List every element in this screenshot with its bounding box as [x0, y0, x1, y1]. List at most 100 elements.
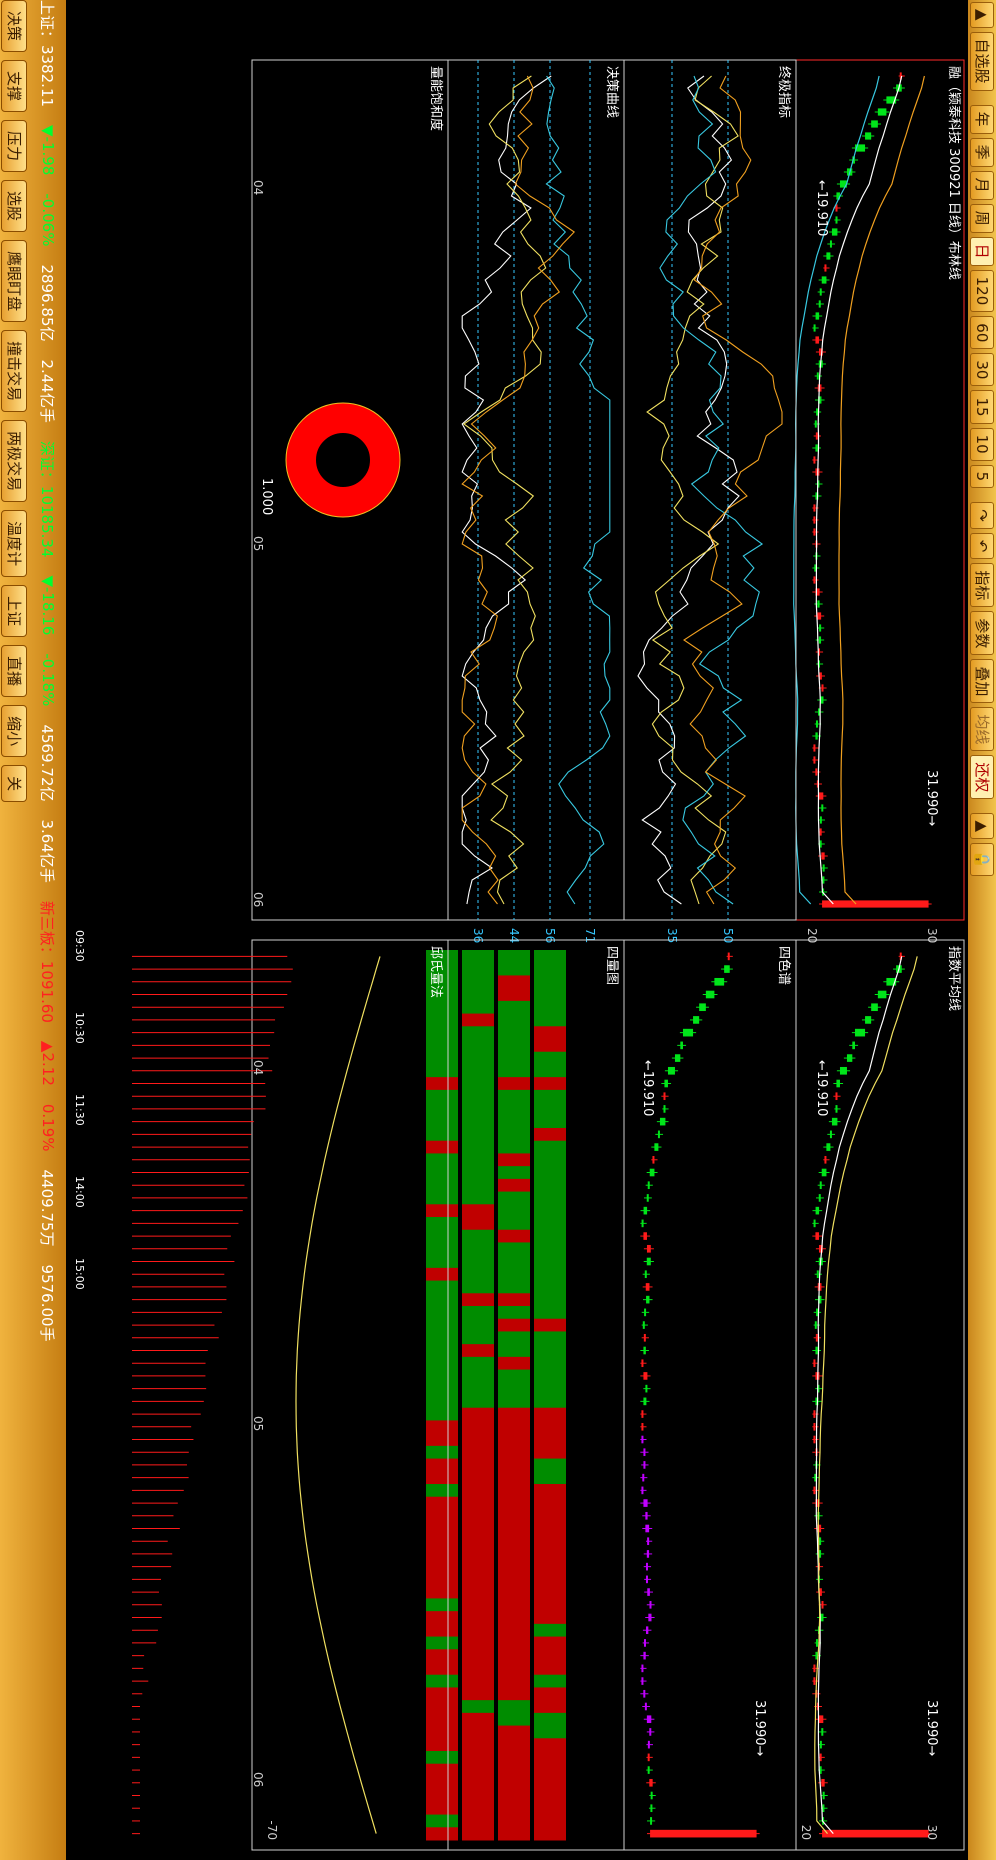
rp3-cell — [498, 1128, 530, 1142]
rp3-cell — [426, 1674, 458, 1688]
period-120[interactable]: 120 — [970, 269, 994, 313]
rp3-cell — [534, 1407, 566, 1421]
rp3-cell — [498, 1306, 530, 1320]
period-60[interactable]: 60 — [970, 316, 994, 350]
nav-button-10[interactable]: 缩小 — [1, 705, 27, 758]
rp3-cell — [498, 1369, 530, 1383]
rp2-candle — [643, 1232, 647, 1240]
period-10[interactable]: 10 — [970, 427, 994, 461]
bottom-bar: 上证：3382.11 ▼-1.98 -0.06% 2896.85亿 2.44亿手 深证：1… — [0, 0, 66, 1860]
rp3-cell — [426, 1814, 458, 1828]
rp3-cell — [462, 1255, 494, 1269]
rp3-cell — [534, 1306, 566, 1320]
quote-14: 9576.00手 — [38, 1264, 57, 1342]
nav-button-1[interactable]: 支撑 — [1, 60, 27, 113]
rp2-candle — [644, 1308, 647, 1317]
rp3-cell — [498, 1064, 530, 1078]
period-year[interactable]: 年 — [970, 104, 994, 134]
rp2-candle — [647, 1537, 650, 1546]
nav-button-9[interactable]: 直播 — [1, 645, 27, 698]
nav-button-11[interactable]: 关 — [1, 765, 27, 803]
rp3-cell — [426, 1484, 458, 1498]
rp3-cell — [462, 962, 494, 976]
rp2-candle — [646, 1257, 651, 1266]
rp1-candle — [819, 1181, 822, 1190]
params-button[interactable]: 参数 — [970, 611, 994, 656]
main-candle — [821, 684, 824, 692]
nav-button-2[interactable]: 压力 — [1, 120, 27, 173]
rp3-cell — [462, 1128, 494, 1142]
rp3-cell — [534, 1153, 566, 1167]
main-candle — [822, 900, 929, 908]
watchlist-button[interactable]: 自选股 — [970, 31, 994, 91]
rp2-candle — [648, 1613, 652, 1622]
panel2-ytick-35: 35 — [665, 928, 679, 943]
nav-button-0[interactable]: 决策 — [1, 0, 27, 53]
rp3-cell — [498, 1153, 530, 1167]
restore-rights-button[interactable]: 还权 — [970, 755, 994, 800]
period-5[interactable]: 5 — [970, 464, 994, 489]
undo-icon[interactable]: ↶ — [970, 532, 994, 560]
rp1-candle — [826, 1143, 831, 1151]
period-week[interactable]: 周 — [970, 203, 994, 233]
main-candle — [815, 336, 819, 344]
rp3-cell — [534, 1763, 566, 1777]
nav-button-7[interactable]: 温度计 — [1, 510, 27, 578]
rp3-cell — [426, 1751, 458, 1765]
overlay-button[interactable]: 叠加 — [970, 659, 994, 704]
right-xtick-04: 04 — [251, 1060, 265, 1075]
rp3-cell — [534, 1064, 566, 1078]
main-candle — [865, 132, 872, 140]
time-tick: 09:30 — [73, 930, 86, 962]
nav-button-6[interactable]: 两极交易 — [1, 420, 27, 503]
rp3-cell — [462, 1369, 494, 1383]
rp3-cell — [462, 1000, 494, 1015]
rp3-cell — [426, 1725, 458, 1739]
nav-button-8[interactable]: 上证 — [1, 585, 27, 638]
rp3-cell — [426, 1255, 458, 1269]
rp1-candle — [822, 1791, 825, 1800]
rp3-cell — [426, 1522, 458, 1536]
rp3-cell — [462, 1356, 494, 1371]
rp1-ma-yellow — [814, 956, 918, 1834]
rp3-cell — [426, 1509, 458, 1523]
rp2-high-label: 31.990→ — [752, 1700, 767, 1756]
rp3-cell — [498, 1547, 530, 1561]
main-candle — [817, 600, 820, 608]
period-season[interactable]: 季 — [970, 137, 994, 167]
rp3-cell — [462, 988, 494, 1002]
nav-button-5[interactable]: 撞击交易 — [1, 330, 27, 413]
rp1-candle — [818, 1715, 824, 1724]
indicator-button[interactable]: 指标 — [970, 563, 994, 608]
right-xtick-06: 06 — [251, 1772, 265, 1787]
rp1-candle — [813, 1677, 816, 1685]
rp3-cell — [534, 1077, 566, 1091]
rp1-ytick-30: 30 — [925, 1825, 939, 1840]
quote-7: -0.18% — [39, 653, 57, 707]
rp3-cell — [462, 1229, 494, 1243]
redo-icon[interactable]: ↷ — [970, 502, 994, 529]
lock-icon[interactable]: 🔒 — [970, 842, 994, 876]
rp3-cell — [534, 975, 566, 989]
up-arrow-icon[interactable]: ▲ — [970, 2, 994, 28]
ma-button[interactable]: 均线 — [970, 707, 994, 752]
nav-button-3[interactable]: 选股 — [1, 180, 27, 233]
rp1-candle — [835, 1105, 838, 1113]
rp3-cell — [498, 1751, 530, 1765]
rp2-candle — [674, 1054, 681, 1062]
period-day[interactable]: 日 — [970, 236, 994, 266]
rp1-candle — [829, 1130, 832, 1139]
rp3-cell — [534, 1191, 566, 1205]
rp3-cell — [426, 1560, 458, 1574]
up-arrow-icon-2[interactable]: ▲ — [970, 813, 994, 839]
period-month[interactable]: 月 — [970, 170, 994, 200]
rp2-candle — [643, 1206, 648, 1215]
rp3-cell — [534, 1751, 566, 1765]
rp2-candle — [649, 1168, 655, 1177]
rp3-cell — [498, 1636, 530, 1650]
nav-button-4[interactable]: 鹰眼盯盘 — [1, 240, 27, 323]
period-30[interactable]: 30 — [970, 353, 994, 387]
period-15[interactable]: 15 — [970, 390, 994, 424]
right-panel4-frame — [251, 939, 449, 1851]
rp3-cell — [498, 1496, 530, 1510]
